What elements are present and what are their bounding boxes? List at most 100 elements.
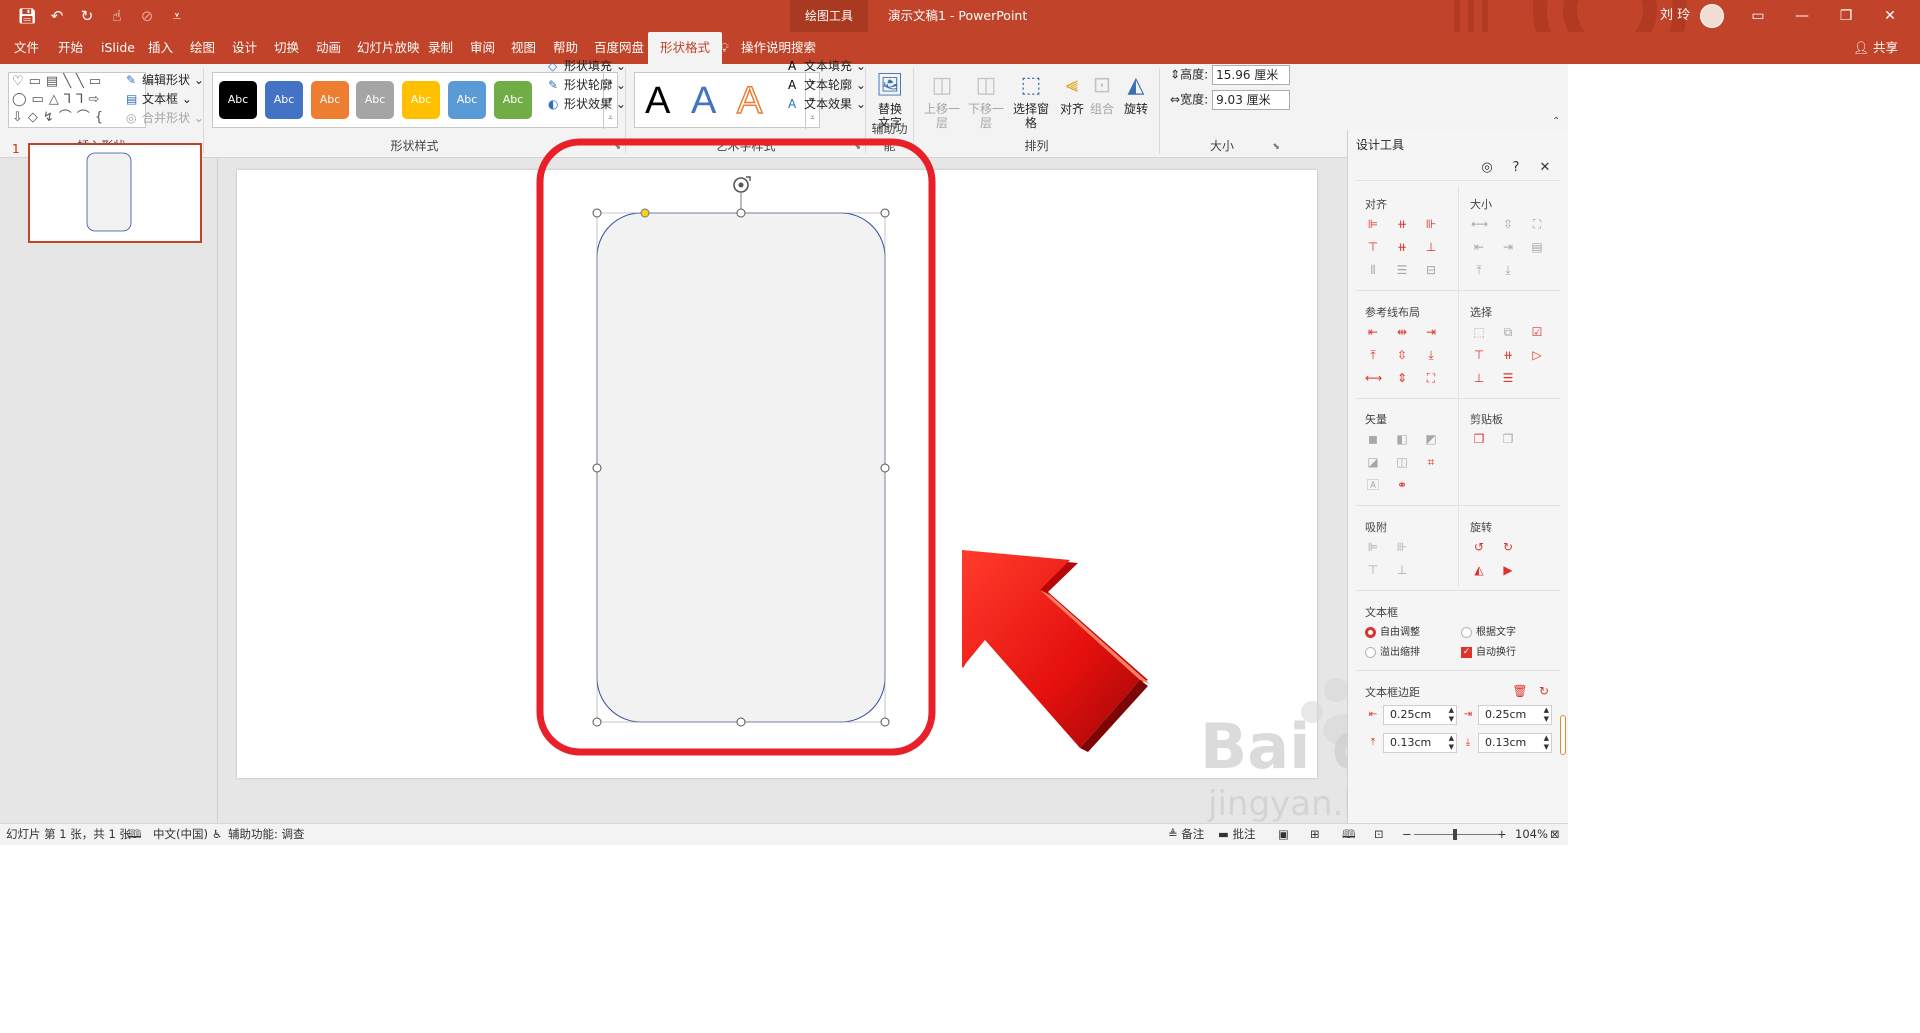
select-middle-icon[interactable]: ⧺ [1500, 347, 1516, 363]
shape-style-swatch[interactable]: Abc [448, 81, 486, 119]
vector-fragment-icon[interactable]: ◩ [1423, 431, 1439, 447]
snap-bottom-icon[interactable]: ⊥ [1394, 562, 1410, 578]
align-center-icon[interactable]: ⧺ [1394, 216, 1410, 232]
send-backward-button[interactable]: ◫ 下移一层 [964, 72, 1008, 130]
tab-file[interactable]: 文件 [14, 32, 39, 64]
guide-fill-icon[interactable]: ⛶ [1423, 370, 1439, 386]
minimize-icon[interactable]: — [1780, 0, 1824, 32]
guide-right-icon[interactable]: ⇥ [1423, 324, 1439, 340]
resize-handle[interactable] [592, 463, 602, 473]
free-adjust-radio[interactable] [1365, 626, 1376, 638]
overflow-shrink-option[interactable]: 溢出缩排 [1365, 643, 1420, 658]
shape-effects-button[interactable]: ◐ 形状效果 ⌄ [548, 95, 626, 112]
shape-style-swatch[interactable]: Abc [356, 81, 394, 119]
tab-transitions[interactable]: 切换 [274, 32, 299, 64]
selection-pane-button[interactable]: ⬚ 选择窗格 [1008, 72, 1054, 130]
resize-handle[interactable] [592, 717, 602, 727]
dialog-launcher-icon[interactable]: ⬊ [853, 142, 861, 152]
align-bottom-icon[interactable]: ⊥ [1423, 239, 1439, 255]
fit-icon[interactable]: ▤ [1529, 239, 1545, 255]
vector-combine-icon[interactable]: ◧ [1394, 431, 1410, 447]
distribute-icon[interactable]: ⊟ [1423, 262, 1439, 278]
align-right-icon[interactable]: ⊪ [1423, 216, 1439, 232]
close-icon[interactable]: ✕ [1868, 0, 1912, 32]
spin-arrows-icon[interactable]: ▲ ▼ [1544, 706, 1549, 724]
tab-review[interactable]: 审阅 [470, 32, 495, 64]
resize-handle[interactable] [880, 208, 890, 218]
zoom-level[interactable]: 104% [1515, 824, 1548, 845]
spin-arrows-icon[interactable]: ▲ ▼ [1544, 734, 1549, 752]
language-status[interactable]: 中文(中国) [153, 824, 208, 845]
tab-home[interactable]: 开始 [58, 32, 83, 64]
comments-button[interactable]: ▬ 批注 [1218, 824, 1256, 845]
vector-subtract-icon[interactable]: ◫ [1394, 454, 1410, 470]
shape-style-swatch[interactable]: Abc [311, 81, 349, 119]
format-painter-icon[interactable]: ⊘ [134, 4, 160, 28]
vector-union-icon[interactable]: ◼ [1365, 431, 1381, 447]
margin-top-input[interactable]: 0.13cm ▲ ▼ [1383, 733, 1457, 753]
fit-text-option[interactable]: 根据文字 [1461, 623, 1516, 638]
copy-icon[interactable]: ❐ [1471, 431, 1487, 447]
spell-check-icon[interactable]: 🕮︎ [128, 824, 142, 845]
panel-scrollbar[interactable] [1560, 715, 1566, 755]
guide-center-icon[interactable]: ⇹ [1394, 324, 1410, 340]
auto-wrap-checkbox[interactable]: ✓ [1461, 646, 1472, 658]
resize-handle[interactable] [736, 208, 746, 218]
auto-wrap-option[interactable]: ✓ 自动换行 [1461, 643, 1516, 658]
pin-icon[interactable]: ◎ [1478, 160, 1496, 175]
fit-top-icon[interactable]: ⤒ [1471, 262, 1487, 278]
reset-icon[interactable]: ↻ [1536, 683, 1552, 699]
fit-slide-icon[interactable]: ⊠ [1550, 824, 1560, 845]
resize-handle[interactable] [736, 717, 746, 727]
resize-handle[interactable] [592, 208, 602, 218]
vector-edit-points-icon[interactable]: ⌗ [1423, 454, 1439, 470]
restore-icon[interactable]: ❐ [1824, 0, 1868, 32]
margin-right-input[interactable]: 0.25cm ▲ ▼ [1478, 705, 1552, 725]
reading-view-icon[interactable]: 🕮︎ [1342, 824, 1356, 845]
share-button[interactable]: 👤︎ 共享 [1853, 32, 1898, 64]
resize-handle[interactable] [880, 717, 890, 727]
bring-forward-button[interactable]: ◫ 上移一层 [920, 72, 964, 130]
slide-thumbnail[interactable] [28, 143, 202, 243]
vector-text-icon[interactable]: 🄰 [1365, 477, 1381, 493]
fit-right-icon[interactable]: ⇥ [1500, 239, 1516, 255]
fit-text-radio[interactable] [1461, 626, 1472, 638]
help-icon[interactable]: ? [1507, 160, 1525, 175]
dialog-launcher-icon[interactable]: ⬊ [1272, 142, 1280, 152]
same-width-icon[interactable]: ⟷ [1471, 216, 1488, 232]
same-size-icon[interactable]: ⛶ [1529, 216, 1545, 232]
guide-width-icon[interactable]: ⟷ [1365, 370, 1382, 386]
tab-view[interactable]: 视图 [511, 32, 536, 64]
same-height-icon[interactable]: ⇳ [1500, 216, 1516, 232]
dialog-launcher-icon[interactable]: ⬊ [613, 142, 621, 152]
rounded-rectangle-shape[interactable] [596, 212, 886, 723]
zoom-slider-thumb[interactable] [1453, 829, 1457, 840]
text-outline-button[interactable]: A 文本轮廓 ⌄ [788, 76, 866, 93]
paste-icon[interactable]: ❐ [1500, 431, 1516, 447]
notes-button[interactable]: ≜ 备注 [1168, 824, 1204, 845]
user-name[interactable]: 刘 玲 [1660, 0, 1690, 32]
avatar[interactable] [1700, 4, 1724, 28]
lightbulb-icon[interactable]: 💡︎ [720, 32, 729, 64]
resize-handle[interactable] [880, 463, 890, 473]
tab-animations[interactable]: 动画 [316, 32, 341, 64]
vector-intersect-icon[interactable]: ◪ [1365, 454, 1381, 470]
vector-link-icon[interactable]: ⚭ [1394, 477, 1410, 493]
shape-fill-button[interactable]: ◇ 形状填充 ⌄ [548, 57, 626, 74]
rotate-left-icon[interactable]: ↺ [1471, 539, 1487, 555]
slide-sorter-icon[interactable]: ⊞ [1310, 824, 1320, 845]
distribute-v-icon[interactable]: ☰ [1394, 262, 1410, 278]
snap-left-icon[interactable]: ⊫ [1365, 539, 1381, 555]
collapse-ribbon-icon[interactable]: ⌃ [1552, 116, 1560, 127]
spin-arrows-icon[interactable]: ▲ ▼ [1449, 734, 1454, 752]
tab-draw[interactable]: 绘图 [190, 32, 215, 64]
undo-icon[interactable]: ↶ [44, 4, 70, 28]
shape-style-swatch[interactable]: Abc [219, 81, 257, 119]
tab-islide[interactable]: iSlide [101, 32, 135, 64]
flip-horizontal-icon[interactable]: ◭ [1471, 562, 1487, 578]
select-arrow-icon[interactable]: ▷ [1529, 347, 1545, 363]
fit-left-icon[interactable]: ⇤ [1471, 239, 1487, 255]
text-fill-button[interactable]: A 文本填充 ⌄ [788, 57, 866, 74]
edit-shape-button[interactable]: ✎ 编辑形状 ⌄ [126, 71, 204, 88]
customize-icon[interactable]: ⩡ [164, 4, 190, 28]
